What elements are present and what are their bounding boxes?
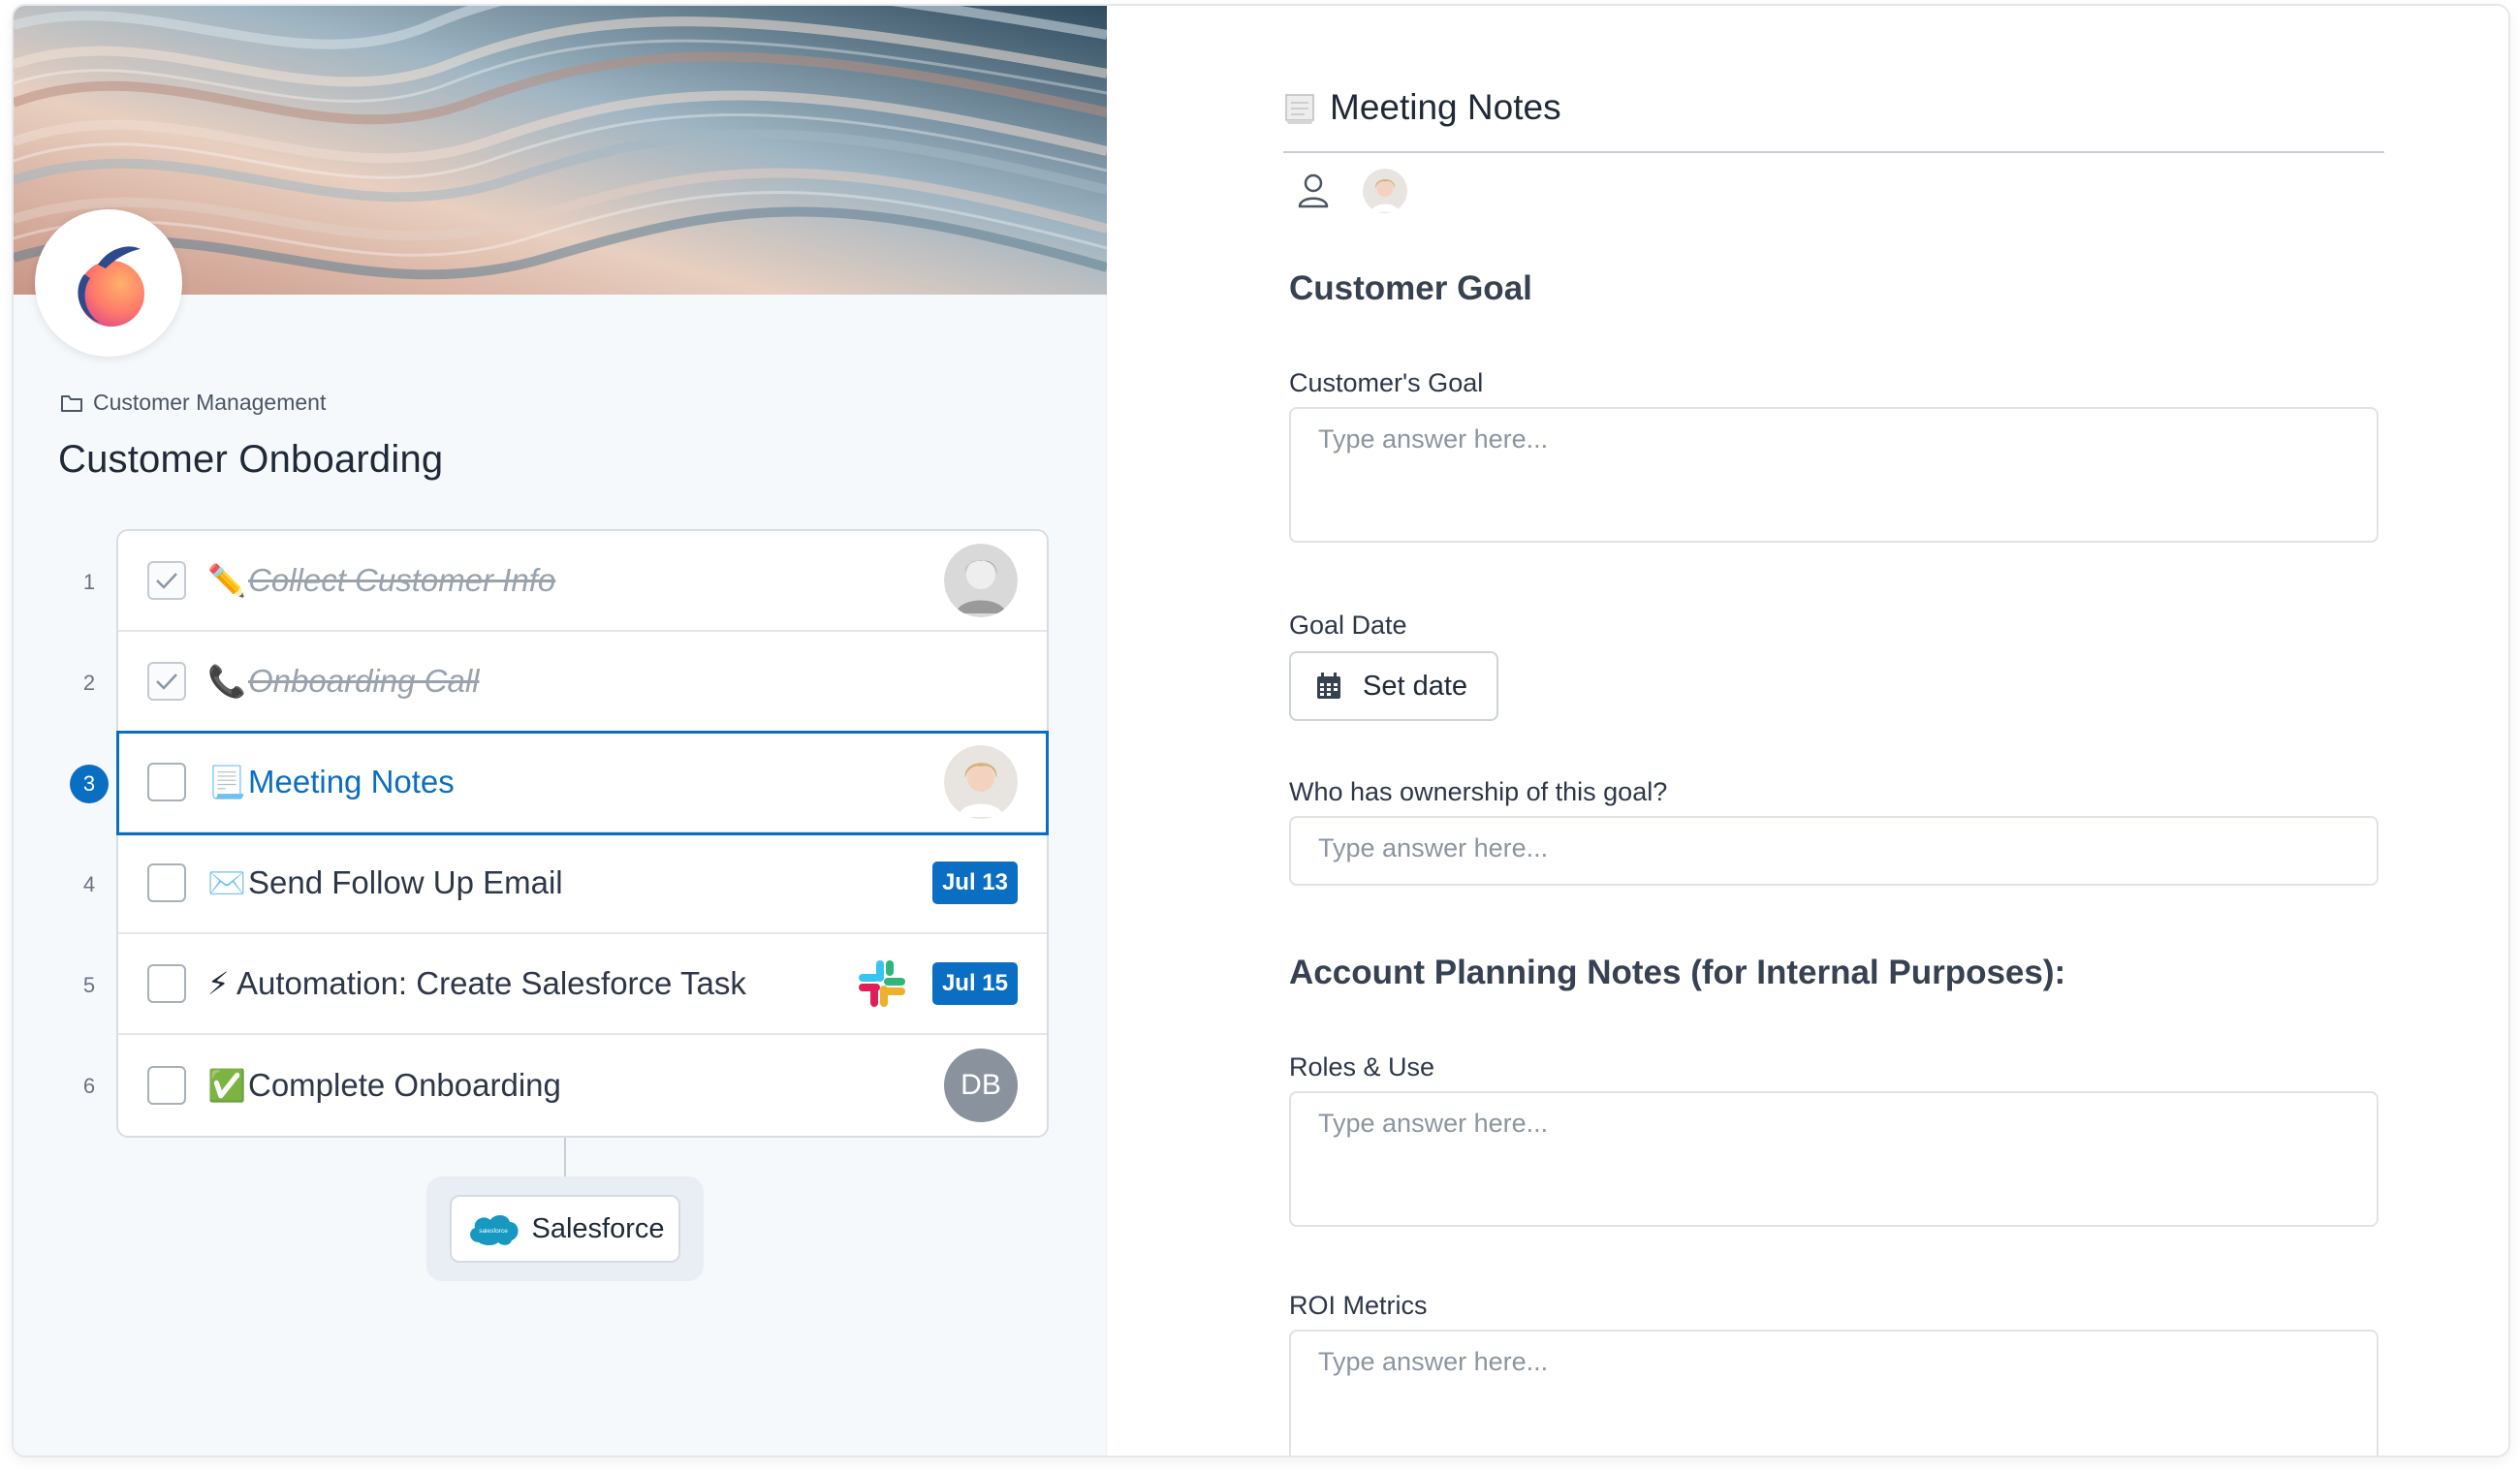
folder-icon — [61, 394, 82, 412]
breadcrumb[interactable]: Customer Management — [60, 390, 326, 416]
connector-line — [564, 1138, 566, 1176]
task-number: 6 — [82, 1074, 96, 1098]
task-label: Collect Customer Info — [248, 562, 556, 598]
peach-logo-icon — [78, 246, 144, 327]
task-checkbox[interactable] — [147, 964, 186, 1003]
user-icon[interactable] — [1297, 172, 1330, 209]
field-label: Customer's Goal — [1289, 368, 1484, 397]
calendar-icon — [1317, 673, 1340, 699]
salesforce-integration-button[interactable]: salesforce Salesforce — [450, 1195, 680, 1263]
page-title: Customer Onboarding — [58, 438, 444, 481]
set-date-label: Set date — [1363, 670, 1468, 702]
integration-label: Salesforce — [531, 1212, 665, 1244]
task-row-automation[interactable]: ⚡ Automation: Create Salesforce Task Jul… — [118, 934, 1047, 1035]
breadcrumb-label: Customer Management — [93, 390, 327, 415]
page-icon — [1285, 94, 1314, 124]
assignee-avatar — [944, 745, 1018, 819]
workspace-logo — [35, 209, 182, 357]
task-detail-title: Meeting Notes — [1330, 87, 1561, 127]
goal-owner-input[interactable]: Type answer here... — [1289, 816, 2378, 886]
assignees-row — [1297, 169, 1407, 213]
task-checkbox[interactable] — [147, 763, 186, 801]
roles-use-textarea[interactable]: Type answer here... — [1289, 1091, 2378, 1227]
roi-metrics-textarea[interactable]: Type answer here... — [1289, 1330, 2378, 1456]
slack-icon — [858, 960, 905, 1007]
checkmark-box-icon: ✅ — [207, 1068, 246, 1103]
checkmark-icon — [156, 674, 177, 690]
task-number: 2 — [82, 671, 96, 695]
integration-container: salesforce Salesforce — [426, 1176, 704, 1281]
salesforce-logo-text: salesforce — [480, 1228, 509, 1235]
task-detail-header: Meeting Notes — [1283, 87, 2384, 153]
salesforce-cloud-icon: salesforce — [470, 1214, 520, 1245]
assignee-avatar — [944, 544, 1018, 617]
task-checkbox[interactable] — [147, 561, 186, 600]
envelope-icon: ✉️ — [207, 865, 246, 900]
task-row-onboarding-call[interactable]: 📞 Onboarding Call — [118, 632, 1047, 733]
task-checkbox[interactable] — [147, 863, 186, 902]
task-checkbox[interactable] — [147, 662, 186, 701]
field-label: ROI Metrics — [1289, 1291, 1428, 1320]
task-label: Onboarding Call — [248, 663, 480, 699]
field-label: Roles & Use — [1289, 1052, 1435, 1081]
task-number-active: 3 — [62, 765, 116, 803]
due-date-badge: Jul 15 — [931, 962, 1018, 1005]
section-heading: Customer Goal — [1289, 269, 1532, 307]
task-number: 5 — [82, 973, 96, 997]
task-row-meeting-notes[interactable]: 📃 Meeting Notes — [116, 731, 1049, 835]
task-detail-panel: Meeting Notes Customer Goal Customer's G… — [1107, 6, 2508, 1456]
checkmark-icon — [156, 573, 177, 589]
customers-goal-textarea[interactable]: Type answer here... — [1289, 407, 2378, 543]
task-label: Automation: Create Salesforce Task — [236, 965, 746, 1001]
task-checkbox[interactable] — [147, 1066, 186, 1105]
task-label: Meeting Notes — [248, 764, 455, 799]
task-label: Send Follow Up Email — [248, 864, 563, 900]
task-number: 4 — [82, 872, 96, 896]
task-label: Complete Onboarding — [248, 1067, 561, 1103]
pencil-icon: ✏️ — [207, 563, 246, 598]
field-label: Who has ownership of this goal? — [1289, 777, 1668, 806]
task-list: ✏️ Collect Customer Info 📞 Onboarding Ca… — [116, 529, 1049, 1138]
assignee-avatar-initials: DB — [944, 1049, 1018, 1122]
set-date-button[interactable]: Set date — [1289, 651, 1498, 721]
field-label: Goal Date — [1289, 611, 1407, 640]
cover-banner-image — [14, 6, 1107, 295]
lightning-icon: ⚡ — [207, 966, 230, 1001]
task-row-follow-up-email[interactable]: ✉️ Send Follow Up Email Jul 13 — [118, 833, 1047, 934]
due-date-badge: Jul 13 — [931, 862, 1018, 904]
assignee-avatar[interactable] — [1363, 169, 1407, 213]
task-row-complete-onboarding[interactable]: ✅ Complete Onboarding DB — [118, 1035, 1047, 1136]
phone-icon: 📞 — [207, 664, 246, 699]
section-heading: Account Planning Notes (for Internal Pur… — [1289, 954, 2066, 991]
workflow-panel: Customer Management Customer Onboarding … — [14, 6, 1107, 1456]
app-frame: Customer Management Customer Onboarding … — [12, 4, 2510, 1457]
task-row-collect-info[interactable]: ✏️ Collect Customer Info — [118, 531, 1047, 632]
page-icon: 📃 — [207, 765, 246, 799]
task-number: 1 — [82, 570, 96, 594]
